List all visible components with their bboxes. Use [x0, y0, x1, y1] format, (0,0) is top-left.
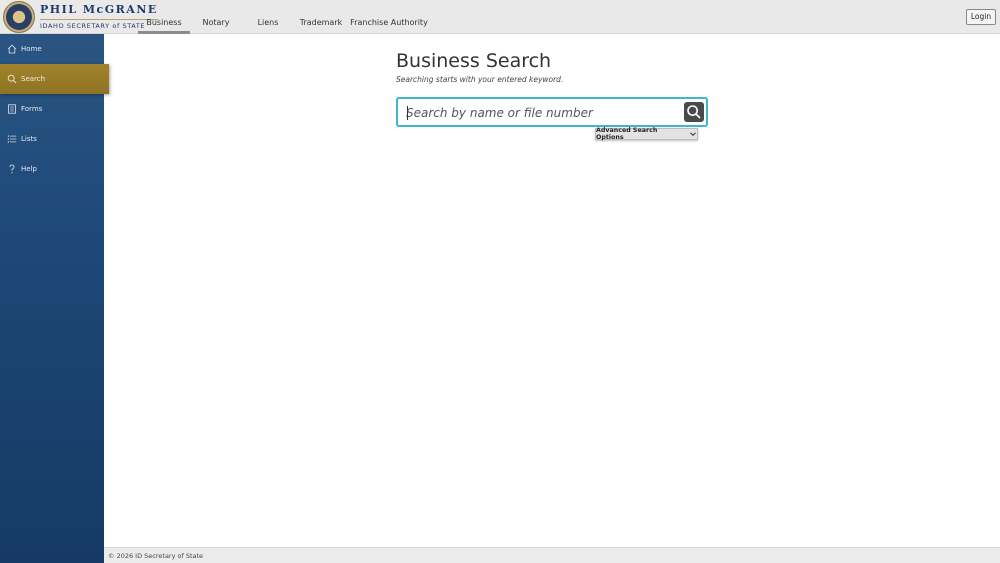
- help-icon: [9, 164, 15, 174]
- chevron-down-icon: [690, 132, 696, 137]
- state-seal-logo[interactable]: [3, 1, 35, 33]
- list-icon: [7, 135, 17, 143]
- advanced-search-label: Advanced Search Options: [596, 127, 658, 141]
- footer: © 2026 ID Secretary of State: [104, 547, 1000, 563]
- sidebar-item-forms[interactable]: Forms: [0, 94, 104, 124]
- sidebar-item-label: Help: [21, 165, 37, 173]
- search-icon: [7, 74, 17, 84]
- sidebar-item-label: Search: [21, 75, 46, 83]
- sidebar-item-label: Forms: [21, 105, 43, 113]
- tab-business[interactable]: Business: [138, 0, 190, 34]
- search-box: [396, 97, 708, 127]
- text-cursor: [407, 106, 408, 120]
- tab-trademark[interactable]: Trademark: [294, 0, 348, 34]
- search-button[interactable]: [684, 102, 704, 122]
- top-nav: Business Notary Liens Trademark Franchis…: [138, 0, 430, 34]
- home-icon: [7, 44, 17, 54]
- sidebar-item-label: Lists: [21, 135, 37, 143]
- sidebar-item-label: Home: [21, 45, 42, 53]
- page-subtitle: Searching starts with your entered keywo…: [396, 75, 564, 84]
- sidebar-item-help[interactable]: Help: [0, 154, 104, 184]
- sidebar-item-home[interactable]: Home: [0, 34, 104, 64]
- sidebar-item-lists[interactable]: Lists: [0, 124, 104, 154]
- search-input[interactable]: [404, 103, 676, 123]
- sidebar-item-search[interactable]: Search: [0, 64, 109, 94]
- footer-copyright: © 2026 ID Secretary of State: [108, 552, 204, 560]
- tab-liens[interactable]: Liens: [242, 0, 294, 34]
- sidebar: Home Search Forms Lists Help: [0, 34, 109, 563]
- tab-franchise-authority[interactable]: Franchise Authority: [348, 0, 430, 34]
- top-header: PHIL McGRANE IDAHO SECRETARY of STATE Bu…: [0, 0, 1000, 34]
- forms-icon: [8, 104, 16, 114]
- tab-notary[interactable]: Notary: [190, 0, 242, 34]
- advanced-search-options-button[interactable]: Advanced Search Options: [595, 127, 698, 141]
- page-title: Business Search: [396, 50, 552, 72]
- login-button[interactable]: Login: [966, 9, 996, 25]
- search-icon: [687, 105, 701, 119]
